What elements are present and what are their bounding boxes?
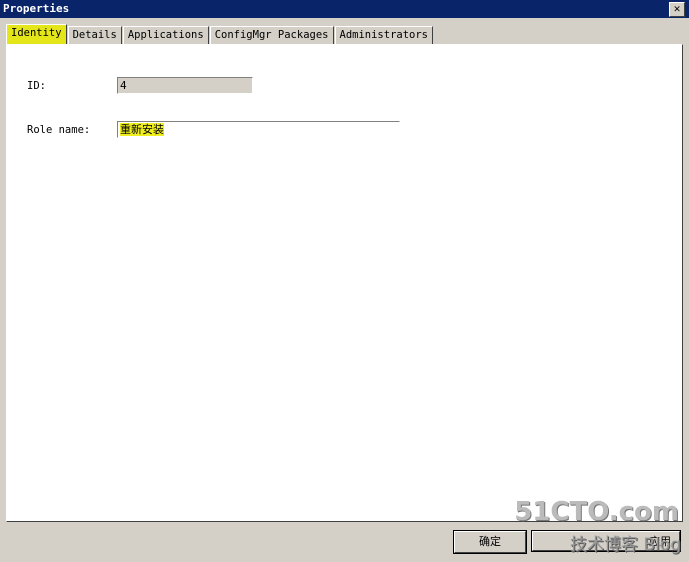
watermark-logo: 51CTO.com xyxy=(514,497,679,527)
tab-configmgr-packages[interactable]: ConfigMgr Packages xyxy=(209,26,334,45)
id-field: 4 xyxy=(117,77,253,94)
tab-strip: Identity Details Applications ConfigMgr … xyxy=(6,24,434,45)
close-button[interactable]: ✕ xyxy=(669,2,685,17)
tab-details[interactable]: Details xyxy=(67,26,122,45)
tab-administrators[interactable]: Administrators xyxy=(334,26,434,45)
watermark-subtitle: 技术博客 Blog xyxy=(570,535,681,555)
role-name-value: 重新安装 xyxy=(120,123,164,136)
window-title: Properties xyxy=(3,2,70,15)
tab-applications[interactable]: Applications xyxy=(122,26,209,45)
title-bar: Properties ✕ xyxy=(0,0,689,18)
ok-button[interactable]: 确定 xyxy=(453,530,527,554)
id-label: ID: xyxy=(27,80,46,92)
tab-identity[interactable]: Identity xyxy=(6,24,67,45)
role-name-label: Role name: xyxy=(27,124,91,136)
identity-panel: ID: 4 Role name: 重新安装 xyxy=(6,44,683,522)
role-name-input[interactable]: 重新安装 xyxy=(117,121,400,138)
